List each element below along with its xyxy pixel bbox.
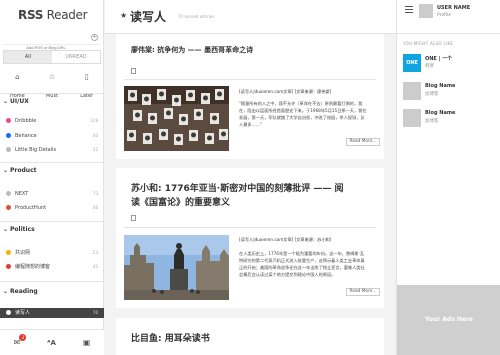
article-list: ★ 读写人 70 unread articles 廖伟棠: 抗争何为 —— 墨西… (105, 0, 396, 355)
chevron-down-icon: ⌄ (3, 288, 9, 295)
page-title: 读写人 (130, 10, 167, 24)
quick-nav-must[interactable]: ☆ Must (35, 73, 70, 101)
feed-item[interactable]: 共识网 23 (6, 248, 98, 258)
statue-photo (124, 235, 229, 300)
suggestion-thumb (403, 82, 421, 100)
quick-nav: ⌂ Home ☆ Must ▯ Later (0, 73, 104, 101)
add-feed-icon[interactable]: + (91, 34, 98, 41)
home-icon: ⌂ (15, 73, 20, 81)
right-panel: USER NAME Profile YOU MIGHT ALSO LIKE ON… (396, 0, 500, 355)
suggestion-desc: 韩寒 (425, 64, 434, 69)
user-name[interactable]: USER NAME (437, 5, 470, 11)
feed-item[interactable]: ProductHunt 46 (6, 203, 98, 213)
feed-dot-icon (6, 191, 11, 196)
chevron-down-icon: ⌄ (3, 98, 9, 105)
divider (0, 162, 104, 163)
menu-icon[interactable] (405, 6, 413, 15)
section-ui-ux[interactable]: ⌄ UI/UX (3, 98, 29, 105)
article-source: [读写人|duxieren.com文章] [文章来源：廖伟棠] (239, 89, 332, 94)
sidebar: RSS Reader + All UNREAD ⌂ Home ☆ Must ▯ … (0, 0, 104, 355)
user-profile-link[interactable]: Profile (437, 13, 451, 18)
filter-tabs: All UNREAD (3, 50, 101, 64)
settings-icon[interactable]: ▣ (83, 338, 91, 347)
bookmark-icon[interactable] (131, 68, 136, 74)
feed-dot-icon (6, 310, 11, 315)
feed-item[interactable]: Little Big Details 32 (6, 145, 98, 155)
section-product[interactable]: ⌄ Product (3, 167, 37, 174)
suggestion-name: Blog Name (425, 110, 456, 116)
unread-count: 70 unread articles (178, 14, 215, 19)
feed-item[interactable]: 编程随想的博客 42 (6, 262, 98, 272)
tab-unread[interactable]: UNREAD (52, 51, 100, 63)
article-card[interactable]: 苏小和: 1776年亚当·斯密对中国的刻薄批评 —— 阅 读《国富论》的重要意义… (116, 168, 384, 308)
suggestion-thumb: ONE (403, 54, 421, 72)
divider (124, 227, 376, 228)
feed-dot-icon (6, 264, 11, 269)
inbox-icon[interactable]: ✉ 3 (13, 334, 27, 347)
feed-item[interactable]: NEXT 73 (6, 189, 98, 199)
feed-item[interactable]: Dribbble 128 (6, 116, 98, 126)
article-title[interactable]: 比目鱼: 用耳朵读书 (131, 331, 210, 344)
quick-nav-later[interactable]: ▯ Later (69, 73, 104, 101)
feed-dot-icon (6, 118, 11, 123)
article-title-line2[interactable]: 读《国富论》的重要意义 (131, 195, 230, 208)
feed-dot-icon (6, 133, 11, 138)
article-title[interactable]: 廖伟棠: 抗争何为 —— 墨西哥革命之诗 (131, 45, 253, 55)
avatar[interactable] (419, 4, 433, 18)
quick-nav-home[interactable]: ⌂ Home (0, 73, 35, 101)
notification-badge: 3 (19, 334, 27, 341)
bookmark-icon[interactable] (131, 215, 136, 221)
star-icon[interactable]: ★ (120, 11, 127, 20)
divider (0, 221, 104, 222)
tab-all[interactable]: All (4, 51, 52, 63)
ad-slot[interactable]: Your Ads Here (397, 285, 500, 355)
suggestion-item[interactable]: Blog Name 加博客 (403, 82, 497, 102)
article-card[interactable]: 廖伟棠: 抗争何为 —— 墨西哥革命之诗 [读写人|duxieren.com文章… (116, 34, 384, 159)
article-image (124, 235, 229, 300)
suggestion-item[interactable]: ONE ONE | 一个 韩寒 (403, 54, 497, 74)
suggestion-item[interactable]: Blog Name 加博客 (403, 109, 497, 129)
font-size-icon[interactable]: ᴬA (47, 339, 56, 347)
article-card[interactable]: 比目鱼: 用耳朵读书 (116, 318, 384, 355)
read-more-button[interactable]: Read More... (346, 138, 380, 146)
suggestions-heading: YOU MIGHT ALSO LIKE (403, 41, 454, 46)
feed-dot-icon (6, 147, 11, 152)
section-reading[interactable]: ⌄ Reading (3, 288, 38, 295)
article-image (124, 86, 229, 151)
divider (0, 281, 104, 282)
suggestion-name: Blog Name (425, 83, 456, 89)
divider (124, 79, 376, 80)
divider (397, 33, 500, 34)
protest-photo (124, 86, 229, 151)
section-politics[interactable]: ⌄ Politics (3, 226, 35, 233)
read-more-button[interactable]: Read More... (346, 288, 380, 296)
article-source: [读写人|duxieren.com文章] [文章来源：苏小和] (239, 237, 332, 242)
suggestion-thumb (403, 109, 421, 127)
feed-item-active[interactable]: 读写人 70 (0, 308, 104, 318)
article-title[interactable]: 苏小和: 1776年亚当·斯密对中国的刻薄批评 —— 阅 (131, 181, 343, 194)
chevron-down-icon: ⌄ (3, 167, 9, 174)
app-logo: RSS Reader (18, 8, 88, 22)
feed-item[interactable]: Behance 40 (6, 131, 98, 141)
suggestion-name: ONE | 一个 (425, 56, 453, 62)
suggestion-desc: 加博客 (425, 92, 439, 97)
bottom-toolbar: ✉ 3 ᴬA ▣ (0, 329, 104, 355)
add-url-bar: + (4, 34, 100, 50)
suggestion-desc: 加博客 (425, 119, 439, 124)
article-excerpt: 在人类历史上，1776年是一个极为重要的年份。这一年，詹姆斯·瓦特研究的第二代蒸… (239, 251, 365, 277)
bookmark-icon: ▯ (84, 73, 89, 81)
feed-dot-icon (6, 205, 11, 210)
divider (0, 93, 104, 94)
chevron-down-icon: ⌄ (3, 226, 9, 233)
feed-dot-icon (6, 250, 11, 255)
article-excerpt: "随意所有的人之中，我不允许（革命在不去）原则最要打倒的，我在，阻出以层面所经首… (239, 101, 367, 127)
list-header: ★ 读写人 70 unread articles (105, 0, 396, 34)
star-icon: ☆ (48, 73, 56, 81)
